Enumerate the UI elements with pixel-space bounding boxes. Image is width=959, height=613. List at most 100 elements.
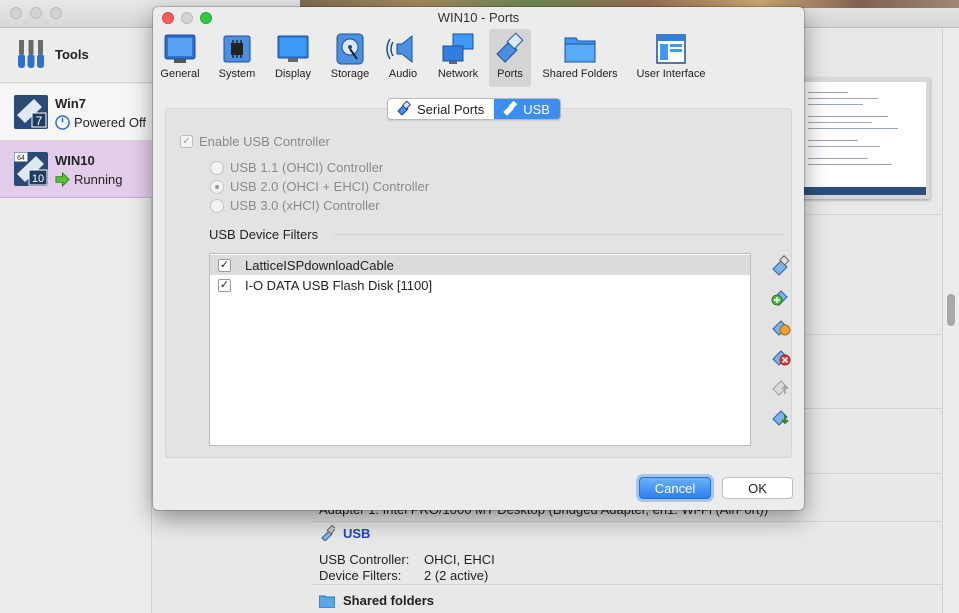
add-filter-button[interactable]	[770, 255, 792, 277]
usb-section-title: USB	[343, 525, 371, 541]
manager-close-button[interactable]	[10, 7, 22, 19]
vm-name-win10: WIN10	[55, 153, 95, 168]
filter-checkbox[interactable]: ✓	[218, 258, 231, 272]
toolbar-ports[interactable]: Ports	[489, 29, 531, 87]
tab-usb[interactable]: USB	[494, 99, 560, 119]
user-interface-icon	[656, 34, 686, 64]
toolbar-audio-label: Audio	[388, 68, 418, 80]
vm-item-win10[interactable]: 64 10 WIN10 Running	[0, 141, 152, 198]
system-chip-icon	[223, 35, 251, 63]
toolbar-storage-label: Storage	[330, 68, 370, 80]
manager-minimize-button[interactable]	[30, 7, 42, 19]
svg-text:10: 10	[32, 173, 44, 185]
dialog-close-button[interactable]	[162, 12, 174, 24]
edit-filter-button[interactable]	[770, 315, 792, 337]
vm-state-win7: Powered Off	[55, 115, 146, 130]
details-separator	[312, 521, 942, 522]
usb20-label: USB 2.0 (OHCI + EHCI) Controller	[230, 179, 430, 194]
toolbar-display[interactable]: Display	[269, 29, 317, 87]
windows7-os-icon: 7	[14, 95, 48, 129]
toolbar-general[interactable]: General	[155, 29, 205, 87]
ports-segmented-control: Serial Ports USB	[387, 98, 561, 120]
edit-filter-icon	[772, 320, 791, 336]
toolbar-ports-label: Ports	[497, 68, 523, 80]
usb20-radio[interactable]: USB 2.0 (OHCI + EHCI) Controller	[210, 179, 429, 194]
usb-controller-key: USB Controller:	[319, 552, 410, 567]
details-scrollbar[interactable]	[942, 28, 959, 613]
add-filter-from-device-button[interactable]	[770, 285, 792, 307]
storage-disk-icon	[336, 33, 364, 65]
tab-usb-label: USB	[523, 101, 550, 117]
move-filter-down-button[interactable]	[770, 405, 792, 427]
manager-zoom-button[interactable]	[50, 7, 62, 19]
network-icon	[442, 33, 474, 64]
filter-row[interactable]: ✓ I-O DATA USB Flash Disk [1100]	[210, 275, 750, 295]
toolbar-system-label: System	[218, 68, 256, 80]
toolbar-storage[interactable]: Storage	[325, 29, 375, 87]
usb30-radio[interactable]: USB 3.0 (xHCI) Controller	[210, 198, 380, 213]
dialog-minimize-button[interactable]	[181, 12, 193, 24]
move-down-icon	[772, 410, 789, 426]
toolbar-shared-folders-label: Shared Folders	[542, 68, 618, 80]
display-monitor-icon	[277, 35, 309, 62]
filter-row[interactable]: ✓ LatticeISPdownloadCable	[210, 255, 750, 275]
dialog-title: WIN10 - Ports	[437, 10, 520, 25]
enable-usb-controller-label: Enable USB Controller	[199, 134, 330, 149]
running-arrow-icon	[55, 172, 70, 187]
checkbox-box: ✓	[180, 135, 193, 148]
shared-folder-icon	[564, 37, 596, 63]
radio-circle	[210, 160, 224, 175]
radio-circle	[210, 198, 224, 213]
usb-section-heading[interactable]: USB	[319, 525, 370, 541]
remove-filter-icon	[772, 350, 791, 366]
toolbar-network-label: Network	[437, 68, 479, 80]
tools-label: Tools	[55, 47, 89, 62]
toolbar-general-label: General	[160, 68, 200, 80]
usb-filter-list[interactable]: ✓ LatticeISPdownloadCable ✓ I-O DATA USB…	[209, 253, 751, 446]
vm-state-label: Running	[74, 172, 123, 187]
scrollbar-thumb[interactable]	[947, 294, 955, 326]
usb11-radio[interactable]: USB 1.1 (OHCI) Controller	[210, 160, 383, 175]
vm-state-label: Powered Off	[74, 115, 147, 130]
move-up-icon	[772, 380, 789, 396]
audio-speaker-icon	[386, 34, 413, 64]
usb-device-filters-title: USB Device Filters	[209, 227, 319, 242]
ok-button[interactable]: OK	[722, 477, 793, 499]
filters-group-line	[334, 234, 784, 235]
toolbar-shared-folders[interactable]: Shared Folders	[539, 29, 621, 87]
shared-folders-section-heading[interactable]: Shared folders	[319, 593, 434, 608]
tab-serial-ports[interactable]: Serial Ports	[388, 99, 494, 119]
usb-controller-row: USB Controller: OHCI, EHCI	[319, 552, 495, 567]
device-filters-key: Device Filters:	[319, 568, 402, 583]
toolbar-network[interactable]: Network	[433, 29, 483, 87]
remove-filter-button[interactable]	[770, 345, 792, 367]
usb-icon	[321, 525, 335, 541]
vm-preview-thumbnail	[798, 78, 930, 199]
serial-port-icon	[397, 101, 412, 116]
toolbar-display-label: Display	[274, 68, 312, 80]
settings-toolbar: General System Display Storage Audio Net…	[153, 29, 804, 89]
dialog-zoom-button[interactable]	[200, 12, 212, 24]
general-icon	[164, 34, 196, 63]
usb-controller-value: OHCI, EHCI	[424, 552, 495, 567]
toolbar-audio[interactable]: Audio	[381, 29, 425, 87]
move-filter-up-button[interactable]	[770, 375, 792, 397]
filter-checkbox[interactable]: ✓	[218, 278, 231, 292]
usb-tab-icon	[503, 101, 518, 116]
cancel-button[interactable]: Cancel	[639, 477, 711, 499]
tools-item[interactable]: Tools	[0, 28, 152, 83]
svg-text:64: 64	[17, 155, 25, 162]
enable-usb-controller-checkbox[interactable]: ✓ Enable USB Controller	[180, 134, 330, 149]
usb30-label: USB 3.0 (xHCI) Controller	[230, 198, 380, 213]
power-off-icon	[55, 115, 70, 130]
vm-item-win7[interactable]: 7 Win7 Powered Off	[0, 84, 152, 141]
svg-text:7: 7	[36, 114, 43, 128]
details-separator	[312, 584, 942, 585]
toolbar-user-interface[interactable]: User Interface	[633, 29, 709, 87]
ports-panel: ✓ Enable USB Controller USB 1.1 (OHCI) C…	[165, 108, 792, 458]
filter-name: LatticeISPdownloadCable	[245, 257, 394, 273]
add-filter-icon	[772, 255, 790, 276]
toolbar-system[interactable]: System	[213, 29, 261, 87]
vm-name-win7: Win7	[55, 96, 86, 111]
vm-state-win10: Running	[55, 172, 122, 187]
